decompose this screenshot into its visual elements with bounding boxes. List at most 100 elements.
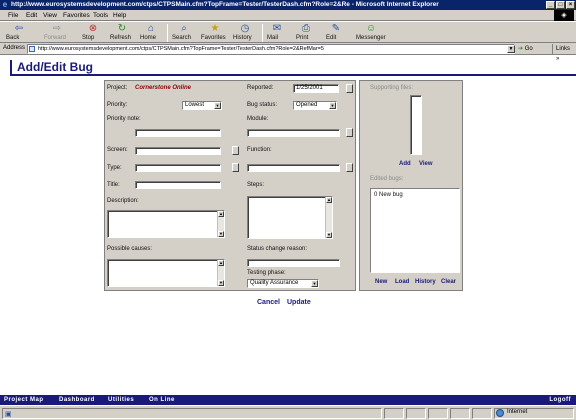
menu-edit[interactable]: Edit — [26, 12, 37, 19]
testing-phase-label: Testing phase: — [247, 270, 286, 276]
close-button[interactable]: × — [566, 1, 575, 9]
description-label: Description: — [107, 198, 139, 204]
edited-bug-item[interactable]: 0 New bug — [374, 192, 403, 198]
page-header: Add/Edit Bug — [10, 60, 576, 77]
load-bug-link[interactable]: Load — [395, 279, 409, 285]
menu-file[interactable]: File — [8, 12, 18, 19]
type-lookup-button[interactable] — [232, 163, 239, 172]
window-title: http://www.eurosystemsdevelopment.com/ct… — [11, 1, 439, 8]
maximize-button[interactable]: □ — [556, 1, 565, 9]
search-icon: ⌕ — [181, 23, 187, 34]
mail-label: Mail — [267, 35, 279, 41]
security-zone-cell — [494, 408, 574, 419]
view-file-link[interactable]: View — [419, 161, 433, 167]
footer-nav: Project Map Dashboard Utilities On Line … — [0, 395, 576, 405]
priority-note-field[interactable] — [135, 129, 221, 137]
type-field[interactable] — [135, 164, 221, 172]
menu-favorites[interactable]: Favorites — [63, 12, 90, 19]
minimize-button[interactable]: _ — [546, 1, 555, 9]
description-scrollbar[interactable]: ▲ ▼ — [217, 211, 224, 237]
scroll-down-icon[interactable]: ▼ — [218, 280, 224, 286]
stop-button[interactable]: ⊗ Stop — [82, 23, 104, 43]
messenger-button[interactable]: ☺ Messenger — [356, 23, 386, 43]
title-label: Title: — [107, 182, 120, 188]
stop-label: Stop — [82, 35, 95, 41]
screen-label: Screen: — [107, 147, 128, 153]
cancel-button[interactable]: Cancel — [257, 299, 280, 306]
scroll-up-icon[interactable]: ▲ — [326, 197, 332, 203]
history-button[interactable]: ◷ History — [233, 23, 257, 43]
internet-globe-icon — [496, 409, 504, 417]
supporting-files-list[interactable] — [410, 95, 422, 155]
nav-project-map[interactable]: Project Map — [4, 395, 44, 405]
reported-date-field[interactable]: 1/25/2001 — [293, 84, 339, 93]
scroll-up-icon[interactable]: ▲ — [218, 260, 224, 266]
testing-phase-select[interactable]: Quality Assurance ▼ — [247, 279, 319, 288]
forward-arrow-icon: ⇨ — [52, 23, 62, 34]
reported-date-value: 1/25/2001 — [296, 85, 323, 91]
screen-lookup-button[interactable] — [232, 146, 239, 155]
status-bar: ▣ Internet — [0, 405, 576, 420]
module-label: Module: — [247, 116, 269, 122]
toolbar-separator — [167, 24, 168, 42]
update-button[interactable]: Update — [287, 299, 311, 306]
menu-view[interactable]: View — [43, 12, 57, 19]
messenger-label: Messenger — [356, 35, 386, 41]
nav-on-line[interactable]: On Line — [149, 395, 175, 405]
add-file-link[interactable]: Add — [399, 161, 411, 167]
title-field[interactable] — [135, 181, 221, 189]
address-input[interactable]: http://www.eurosystemsdevelopment.com/ct… — [27, 44, 515, 54]
ie-logo-icon: e — [2, 0, 8, 9]
mail-button[interactable]: ✉ Mail — [267, 23, 287, 43]
possible-causes-scrollbar[interactable]: ▲ ▼ — [217, 260, 224, 286]
nav-utilities[interactable]: Utilities — [108, 395, 134, 405]
messenger-icon: ☺ — [365, 23, 377, 34]
status-change-reason-field[interactable] — [247, 259, 340, 267]
security-zone-label: Internet — [507, 409, 528, 415]
possible-causes-textarea[interactable]: ▲ ▼ — [107, 259, 225, 287]
new-bug-link[interactable]: New — [375, 279, 387, 285]
back-button[interactable]: ⇦ Back — [6, 23, 32, 43]
forward-button[interactable]: ⇨ Forward — [44, 23, 70, 43]
nav-dashboard[interactable]: Dashboard — [59, 395, 95, 405]
function-field[interactable] — [247, 164, 340, 172]
module-field[interactable] — [247, 129, 340, 137]
reported-date-picker-button[interactable] — [346, 84, 353, 93]
page-title: Add/Edit Bug — [17, 60, 93, 74]
go-button[interactable]: ➔ Go — [518, 44, 546, 54]
scroll-down-icon[interactable]: ▼ — [326, 232, 332, 238]
print-button[interactable]: ⎙ Print — [296, 23, 316, 43]
bug-status-select[interactable]: Opened ▼ — [293, 101, 337, 110]
steps-textarea[interactable]: ▲ ▼ — [247, 196, 333, 239]
search-button[interactable]: ⌕ Search — [172, 23, 196, 43]
bug-status-value: Opened — [296, 102, 318, 108]
back-arrow-icon: ⇦ — [14, 23, 24, 34]
go-arrow-icon: ➔ — [518, 46, 524, 52]
menu-help[interactable]: Help — [113, 12, 126, 19]
favorites-button[interactable]: ★ Favorites — [201, 23, 229, 43]
bug-status-label: Bug status: — [247, 102, 278, 108]
links-button[interactable]: Links » — [552, 44, 574, 62]
ie-throbber-icon: ◈ — [554, 10, 574, 21]
scroll-down-icon[interactable]: ▼ — [218, 231, 224, 237]
address-label: Address — [3, 45, 26, 51]
description-textarea[interactable]: ▲ ▼ — [107, 210, 225, 238]
window-controls: _ □ × — [546, 1, 575, 9]
address-dropdown-button[interactable]: ▼ — [507, 45, 515, 53]
side-panel: Supporting files: Add View Edited bugs: … — [359, 80, 463, 291]
screen-field[interactable] — [135, 147, 221, 155]
menu-tools[interactable]: Tools — [93, 12, 108, 19]
clear-bugs-link[interactable]: Clear — [441, 279, 456, 285]
logoff-link[interactable]: Logoff — [549, 395, 571, 405]
function-lookup-button[interactable] — [346, 163, 353, 172]
home-button[interactable]: ⌂ Home — [140, 23, 162, 43]
edit-button[interactable]: ✎ Edit — [326, 23, 346, 43]
steps-scrollbar[interactable]: ▲ ▼ — [325, 197, 332, 238]
history-bug-link[interactable]: History — [415, 279, 436, 285]
back-label: Back — [6, 35, 20, 41]
edited-bugs-list[interactable]: 0 New bug — [370, 188, 460, 273]
refresh-button[interactable]: ↻ Refresh — [110, 23, 134, 43]
priority-select[interactable]: Lowest ▼ — [182, 101, 222, 110]
module-lookup-button[interactable] — [346, 128, 353, 137]
scroll-up-icon[interactable]: ▲ — [218, 211, 224, 217]
